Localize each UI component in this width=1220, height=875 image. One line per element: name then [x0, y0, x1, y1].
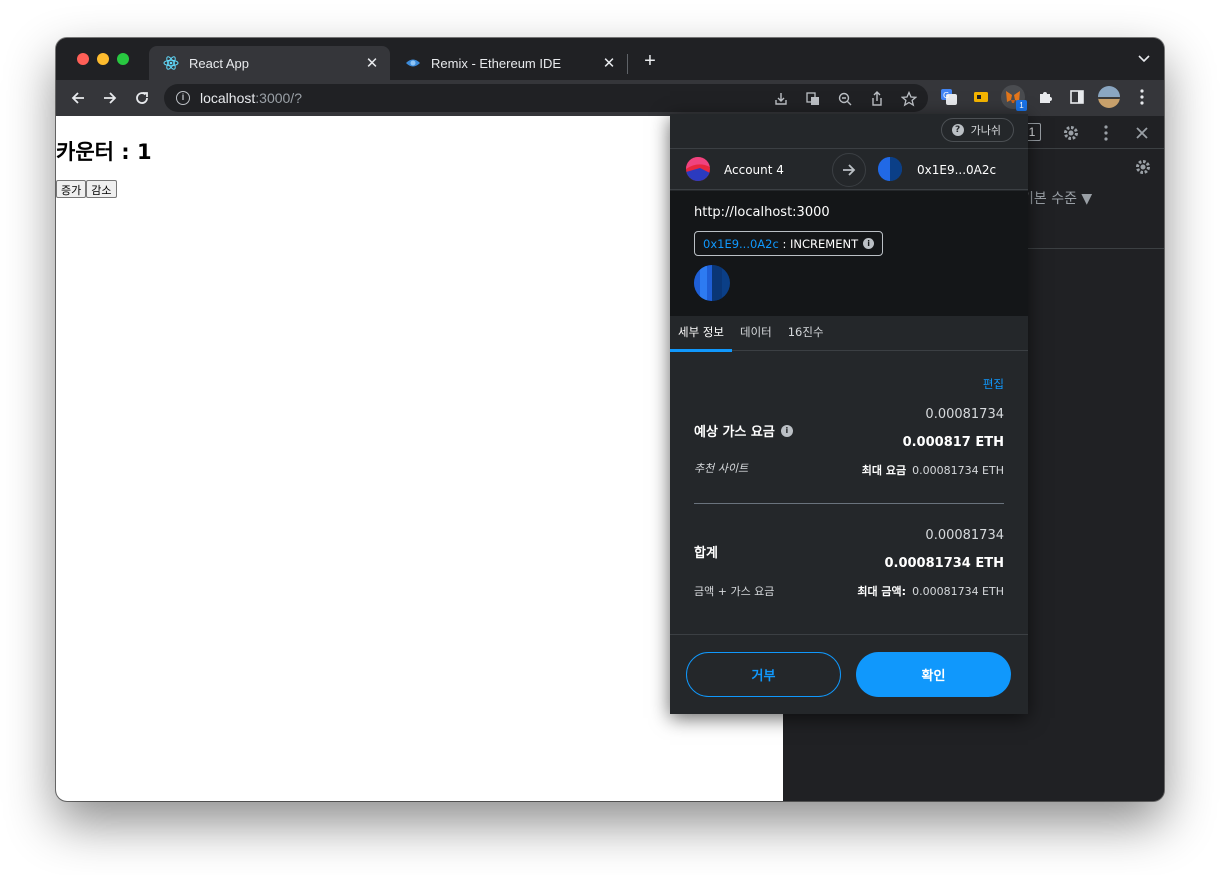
address-bar[interactable]: i localhost :3000/?	[164, 84, 928, 112]
tab-hex[interactable]: 16진수	[780, 316, 832, 351]
total-eth: 0.00081734 ETH	[884, 556, 1004, 571]
extensions-puzzle-icon[interactable]	[1033, 85, 1057, 109]
browser-window: React App ✕ Remix - Ethereum IDE ✕ + i l…	[56, 38, 1164, 801]
side-panel-icon[interactable]	[1065, 85, 1089, 109]
from-account-name[interactable]: Account 4	[724, 163, 784, 177]
tab-divider	[627, 54, 628, 74]
contract-avatar	[694, 265, 730, 301]
to-account-address[interactable]: 0x1E9...0A2c	[917, 163, 996, 177]
total-formula: 금액 + 가스 요금	[694, 585, 775, 598]
to-account-avatar	[878, 157, 902, 181]
gas-fee-fiat: 0.00081734	[925, 407, 1004, 422]
metamask-badge: 1	[1016, 100, 1027, 111]
transaction-origin: http://localhost:3000 0x1E9...0A2c : INC…	[670, 191, 1028, 316]
close-window-button[interactable]	[77, 53, 89, 65]
method-name: INCREMENT	[790, 236, 859, 251]
close-tab-icon[interactable]: ✕	[362, 54, 382, 72]
remix-icon	[405, 55, 421, 71]
max-amount-value: 0.00081734 ETH	[912, 585, 1004, 598]
method-separator: :	[778, 236, 790, 251]
gas-suggestion: 추천 사이트	[694, 462, 749, 475]
network-selector[interactable]: ? 가나쉬	[940, 118, 1014, 142]
forward-icon[interactable]	[98, 86, 122, 110]
tab-title: Remix - Ethereum IDE	[431, 55, 562, 71]
gas-fee-eth: 0.000817 ETH	[902, 435, 1004, 450]
profile-avatar[interactable]	[1097, 85, 1121, 109]
network-name: 가나쉬	[970, 124, 1001, 137]
details-tabs: 세부 정보 데이터 16진수	[670, 316, 1028, 352]
close-tab-icon[interactable]: ✕	[599, 54, 619, 72]
url-host: localhost	[200, 90, 256, 106]
url-path: :3000/?	[255, 90, 302, 106]
total-max-amount: 최대 금액: 0.00081734 ETH	[857, 583, 1004, 599]
total-fiat: 0.00081734	[925, 528, 1004, 543]
tab-remix[interactable]: Remix - Ethereum IDE ✕	[391, 46, 627, 80]
decrease-button[interactable]: 감소	[86, 180, 117, 198]
tab-react-app[interactable]: React App ✕	[149, 46, 390, 80]
max-fee-value: 0.00081734 ETH	[912, 464, 1004, 477]
counter-heading: 카운터 : 1	[56, 140, 152, 164]
site-info-icon[interactable]: i	[176, 91, 190, 105]
origin-url: http://localhost:3000	[694, 205, 830, 220]
account-bar: Account 4 0x1E9...0A2c	[670, 148, 1028, 190]
minimize-window-button[interactable]	[97, 53, 109, 65]
back-icon[interactable]	[66, 86, 90, 110]
from-account-avatar	[686, 157, 710, 181]
chrome-menu-icon[interactable]	[1130, 85, 1154, 109]
contract-address[interactable]: 0x1E9...0A2c	[703, 237, 779, 251]
log-level-dropdown[interactable]: 기본 수준 ▼	[1021, 188, 1092, 208]
devtools-more-icon[interactable]	[1101, 124, 1111, 142]
devtools-settings-icon[interactable]	[1062, 124, 1080, 142]
popup-footer: 거부 확인	[670, 634, 1028, 714]
gas-fee-label-text: 예상 가스 요금	[694, 425, 775, 440]
install-icon[interactable]	[772, 90, 790, 108]
devtools-close-icon[interactable]	[1133, 124, 1151, 142]
tab-data[interactable]: 데이터	[732, 316, 780, 351]
zoom-window-button[interactable]	[117, 53, 129, 65]
max-amount-label: 최대 금액:	[857, 585, 907, 598]
react-icon	[163, 55, 179, 71]
confirm-button[interactable]: 확인	[856, 652, 1011, 697]
tab-title: React App	[189, 55, 249, 71]
info-icon[interactable]: i	[863, 238, 875, 249]
network-question-icon: ?	[951, 124, 964, 136]
arrow-right-icon	[832, 153, 866, 187]
gas-fee-label: 예상 가스 요금 i	[694, 421, 793, 440]
new-tab-button[interactable]: +	[640, 50, 660, 72]
toolbar: i localhost :3000/? G 1	[56, 80, 1164, 116]
increase-button[interactable]: 증가	[56, 180, 87, 198]
contract-method[interactable]: 0x1E9...0A2c : INCREMENT i	[694, 231, 884, 256]
console-settings-icon[interactable]	[1134, 158, 1152, 176]
tab-search-icon[interactable]	[1138, 52, 1150, 66]
total-label: 합계	[694, 546, 718, 561]
gas-max-fee: 최대 요금 0.00081734 ETH	[862, 462, 1004, 478]
tab-details[interactable]: 세부 정보	[670, 316, 732, 352]
max-fee-label: 최대 요금	[861, 464, 907, 477]
share-icon[interactable]	[868, 90, 886, 108]
metamask-extension-icon[interactable]: 1	[1001, 85, 1027, 111]
wallet-extension-icon[interactable]	[969, 85, 993, 109]
google-translate-extension-icon[interactable]: G	[937, 85, 961, 109]
metamask-popup: ? 가나쉬 Account 4 0x1E9...0A2c http://loca…	[670, 114, 1028, 714]
tab-strip: React App ✕ Remix - Ethereum IDE ✕ +	[56, 38, 1164, 80]
reject-button[interactable]: 거부	[686, 652, 841, 697]
section-divider	[694, 503, 1004, 504]
translate-icon[interactable]	[804, 90, 822, 108]
reload-icon[interactable]	[130, 86, 154, 110]
info-icon[interactable]: i	[780, 424, 793, 437]
edit-gas-link[interactable]: 편집	[983, 376, 1004, 392]
bookmark-star-icon[interactable]	[900, 90, 918, 108]
svg-text:G: G	[943, 91, 949, 100]
zoom-out-icon[interactable]	[836, 90, 854, 108]
